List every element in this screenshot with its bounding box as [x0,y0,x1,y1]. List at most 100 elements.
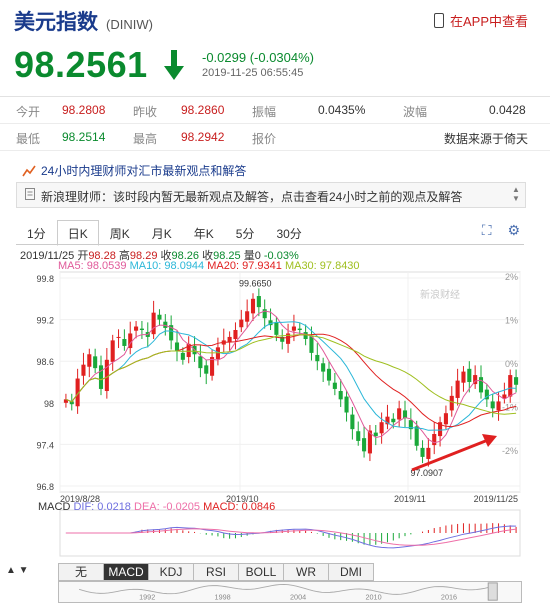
candle-body [426,447,431,459]
indicator-tab-none[interactable]: 无 [58,563,104,581]
candle-body [373,432,378,437]
indicator-tab-kdj[interactable]: KDJ [148,563,194,581]
candle-body [443,413,448,425]
candle-body [116,336,121,338]
candle-body [461,371,466,383]
candle-body [420,447,425,457]
time-navigator[interactable]: 1992 1998 2004 2010 2016 [58,581,522,603]
tab-monthly[interactable]: 月K [141,220,183,246]
candle-body [332,382,337,389]
y-tick-label: 96.8 [36,482,54,492]
advisor-news-text: 新浪理财师：该时段内暂无最新观点及解答，点击查看24小时之前的观点及解答 [41,190,463,204]
price-change: -0.0299 (-0.0304%) [202,50,315,65]
chart-tools: ⛶ ⚙ [470,222,520,239]
tab-daily[interactable]: 日K [56,220,99,246]
instrument-code: (DINIW) [106,17,153,32]
candle-body [81,364,86,376]
title-bar: 美元指数 (DINIW) [14,6,153,34]
navigator-year-label: 2010 [365,592,381,601]
current-price: 98.2561 [14,44,148,85]
advisor-news-item[interactable]: 新浪理财师：该时段内暂无最新观点及解答，点击查看24小时之前的观点及解答 ▲ ▼ [16,182,526,208]
candle-body [338,391,343,400]
open-in-app-link[interactable]: 在APP中查看 [433,11,528,30]
candle-body [303,332,308,340]
stats-table: 今开 98.2808 昨收 98.2860 振幅 0.0435% 波幅 0.04… [0,96,550,151]
tab-30min[interactable]: 30分 [265,220,312,246]
candle-body [180,352,185,360]
quote-timestamp: 2019-11-25 06:55:45 [202,67,304,79]
macd-legend: MACD DIF: 0.0218 DEA: -0.0205 MACD: 0.08… [38,501,275,513]
stat-label: 最低 [16,132,41,146]
high-annotation: 99.6650 [239,279,272,289]
candle-body [449,395,454,411]
dea-legend: DEA: -0.0205 [134,501,201,513]
ma20-legend: MA20: 97.9341 [207,260,282,272]
ma-legend: MA5: 98.0539 MA10: 98.0944 MA20: 97.9341… [58,260,360,272]
candle-body [87,354,92,367]
indicator-tab-dmi[interactable]: DMI [328,563,374,581]
pct-tick-label: 0% [505,359,518,369]
candle-body [379,422,384,434]
stat-value: 98.2942 [181,130,225,144]
candle-body [402,410,408,419]
settings-icon[interactable]: ⚙ [507,222,520,238]
tab-weekly[interactable]: 周K [99,220,141,246]
pct-tick-label: 1% [505,315,518,325]
candle-body [134,326,139,331]
tab-yearly[interactable]: 年K [183,220,225,246]
candle-body [297,328,302,330]
candle-body [151,312,156,335]
tab-1min[interactable]: 1分 [16,220,57,246]
indicator-scroll-arrows[interactable]: ▲ ▼ [6,565,29,576]
candle-body [315,354,320,362]
indicator-tab-macd[interactable]: MACD [103,563,149,581]
news-scroll-arrows[interactable]: ▲ ▼ [511,185,521,203]
advisor-news-title[interactable]: 24小时内理财师对汇市最新观点和解答 [22,162,246,179]
candle-body [274,322,279,335]
plot-frame [59,271,521,493]
candle-body [174,342,180,351]
indicator-tab-rsi[interactable]: RSI [193,563,239,581]
y-tick-label: 99.8 [36,274,54,284]
stat-value: 数据来源于倚天 [444,132,529,146]
indicator-tab-boll[interactable]: BOLL [238,563,284,581]
stats-row: 今开 98.2808 昨收 98.2860 振幅 0.0435% 波幅 0.04… [0,97,550,124]
period-tabs: 1分 日K 周K 月K 年K 5分 30分 [16,220,313,246]
advisor-news-title-text: 24小时内理财师对汇市最新观点和解答 [41,164,247,178]
candle-body [239,319,244,328]
candle-body [362,438,367,452]
stat-value: 98.2860 [181,103,225,117]
candle-body [104,359,109,392]
stat-label: 最高 [133,132,158,146]
indicator-tabs: 无 MACD KDJ RSI BOLL WR DMI [58,563,374,581]
ma30-line [65,334,517,415]
stat-value: 0.0435% [318,103,366,117]
stat-value: 98.2514 [62,130,106,144]
candle-body [344,396,349,413]
candle-body [98,365,104,389]
pct-tick-label: -2% [502,446,518,456]
candle-body [291,326,296,331]
stat-label: 振幅 [252,105,277,119]
x-tick-label: 2019/11 [394,494,426,504]
ma5-legend: MA5: 98.0539 [58,260,127,272]
candle-body [309,336,314,353]
y-tick-label: 98.6 [36,357,54,367]
dif-legend: DIF: 0.0218 [73,501,131,513]
ma5-line [65,310,517,444]
stat-label: 昨收 [133,105,158,119]
candle-body [256,296,261,308]
ma10-legend: MA10: 98.0944 [129,260,205,272]
macd-indicator-label: MACD [38,501,71,513]
fullscreen-icon[interactable]: ⛶ [482,222,492,238]
candle-body [110,340,115,362]
indicator-tab-wr[interactable]: WR [283,563,329,581]
candle-body [397,408,402,420]
dea-line [65,528,517,546]
candle-body [163,321,168,328]
candle-body [432,434,437,446]
candle-body [478,377,484,393]
navigator-range-handle [487,582,498,601]
tab-5min[interactable]: 5分 [225,220,266,246]
stats-row: 最低 98.2514 最高 98.2942 报价 数据来源于倚天 [0,124,550,151]
